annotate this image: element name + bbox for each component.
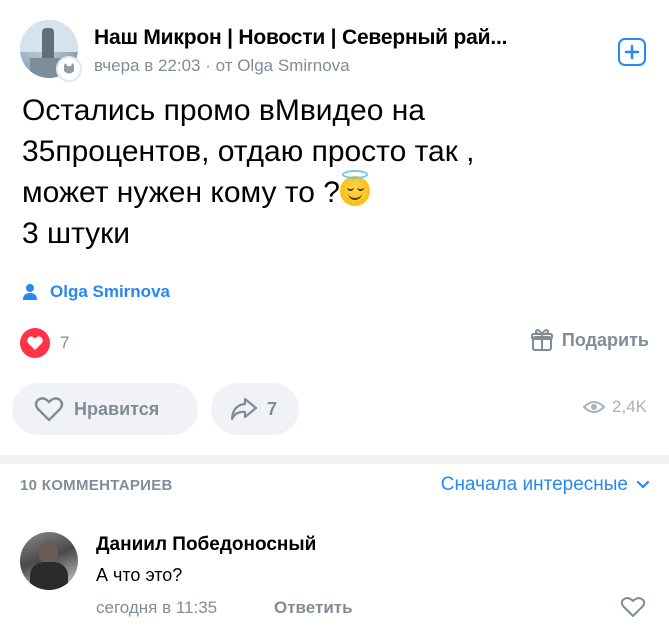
group-title[interactable]: Наш Микрон | Новости | Северный рай... (94, 26, 507, 50)
author-sign[interactable]: Olga Smirnova (22, 282, 170, 302)
avatar-head (38, 540, 58, 564)
comment-item: Даниил Победоносный А что это? сегодня в… (20, 532, 650, 632)
post-header: Наш Микрон | Новости | Северный рай... в… (20, 16, 650, 82)
heart-outline-icon (620, 597, 646, 617)
comment-time: сегодня в 11:35 (96, 598, 218, 617)
comment-like-button[interactable] (620, 596, 646, 623)
views-count: 2,4K (612, 397, 647, 416)
sort-label: Сначала интересные (440, 474, 628, 495)
reactions-count: 7 (60, 333, 70, 352)
share-arrow-icon (230, 397, 258, 421)
author-sign-name: Olga Smirnova (50, 282, 170, 301)
views-counter: 2,4K (583, 397, 647, 417)
reply-button[interactable]: Ответить (274, 598, 353, 618)
post-text-line4: 3 штуки (22, 217, 131, 250)
smiling-face-with-halo-icon (339, 170, 370, 206)
share-button[interactable]: 7 (211, 383, 299, 435)
share-count: 7 (267, 398, 278, 419)
like-label: Нравится (74, 398, 160, 419)
chevron-down-icon (636, 480, 650, 489)
comments-count: 10 КОММЕНТАРИЕВ (20, 477, 173, 494)
post-text: Остались промо вМвидео на 35процентов, о… (22, 90, 642, 254)
comment-author[interactable]: Даниил Победоносный (96, 534, 316, 556)
reactions-summary[interactable]: 7 (20, 328, 69, 358)
eye-icon (583, 401, 606, 413)
gift-button[interactable]: Подарить (530, 328, 649, 352)
comment-text: А что это? (96, 565, 183, 585)
post-text-body: Остались промо вМвидео на 35процентов, о… (22, 94, 475, 209)
heart-outline-icon (34, 397, 64, 422)
post-meta: вчера в 22:03 · от Olga Smirnova (94, 56, 350, 75)
comments-header: 10 КОММЕНТАРИЕВ Сначала интересные (20, 474, 650, 498)
avatar-monument (42, 28, 54, 62)
comments-sort-dropdown[interactable]: Сначала интересные (441, 474, 650, 496)
heart-reaction-icon (20, 328, 50, 358)
like-button[interactable]: Нравится (12, 383, 198, 435)
avatar-body (30, 562, 68, 590)
subscribe-button[interactable] (618, 38, 646, 66)
group-badge-icon (56, 56, 82, 82)
author-person-icon (23, 284, 37, 300)
subscribe-plus-icon (624, 44, 640, 60)
gift-icon (530, 329, 553, 351)
gift-label: Подарить (561, 329, 649, 350)
avatar[interactable] (20, 532, 78, 590)
section-divider (0, 455, 669, 464)
